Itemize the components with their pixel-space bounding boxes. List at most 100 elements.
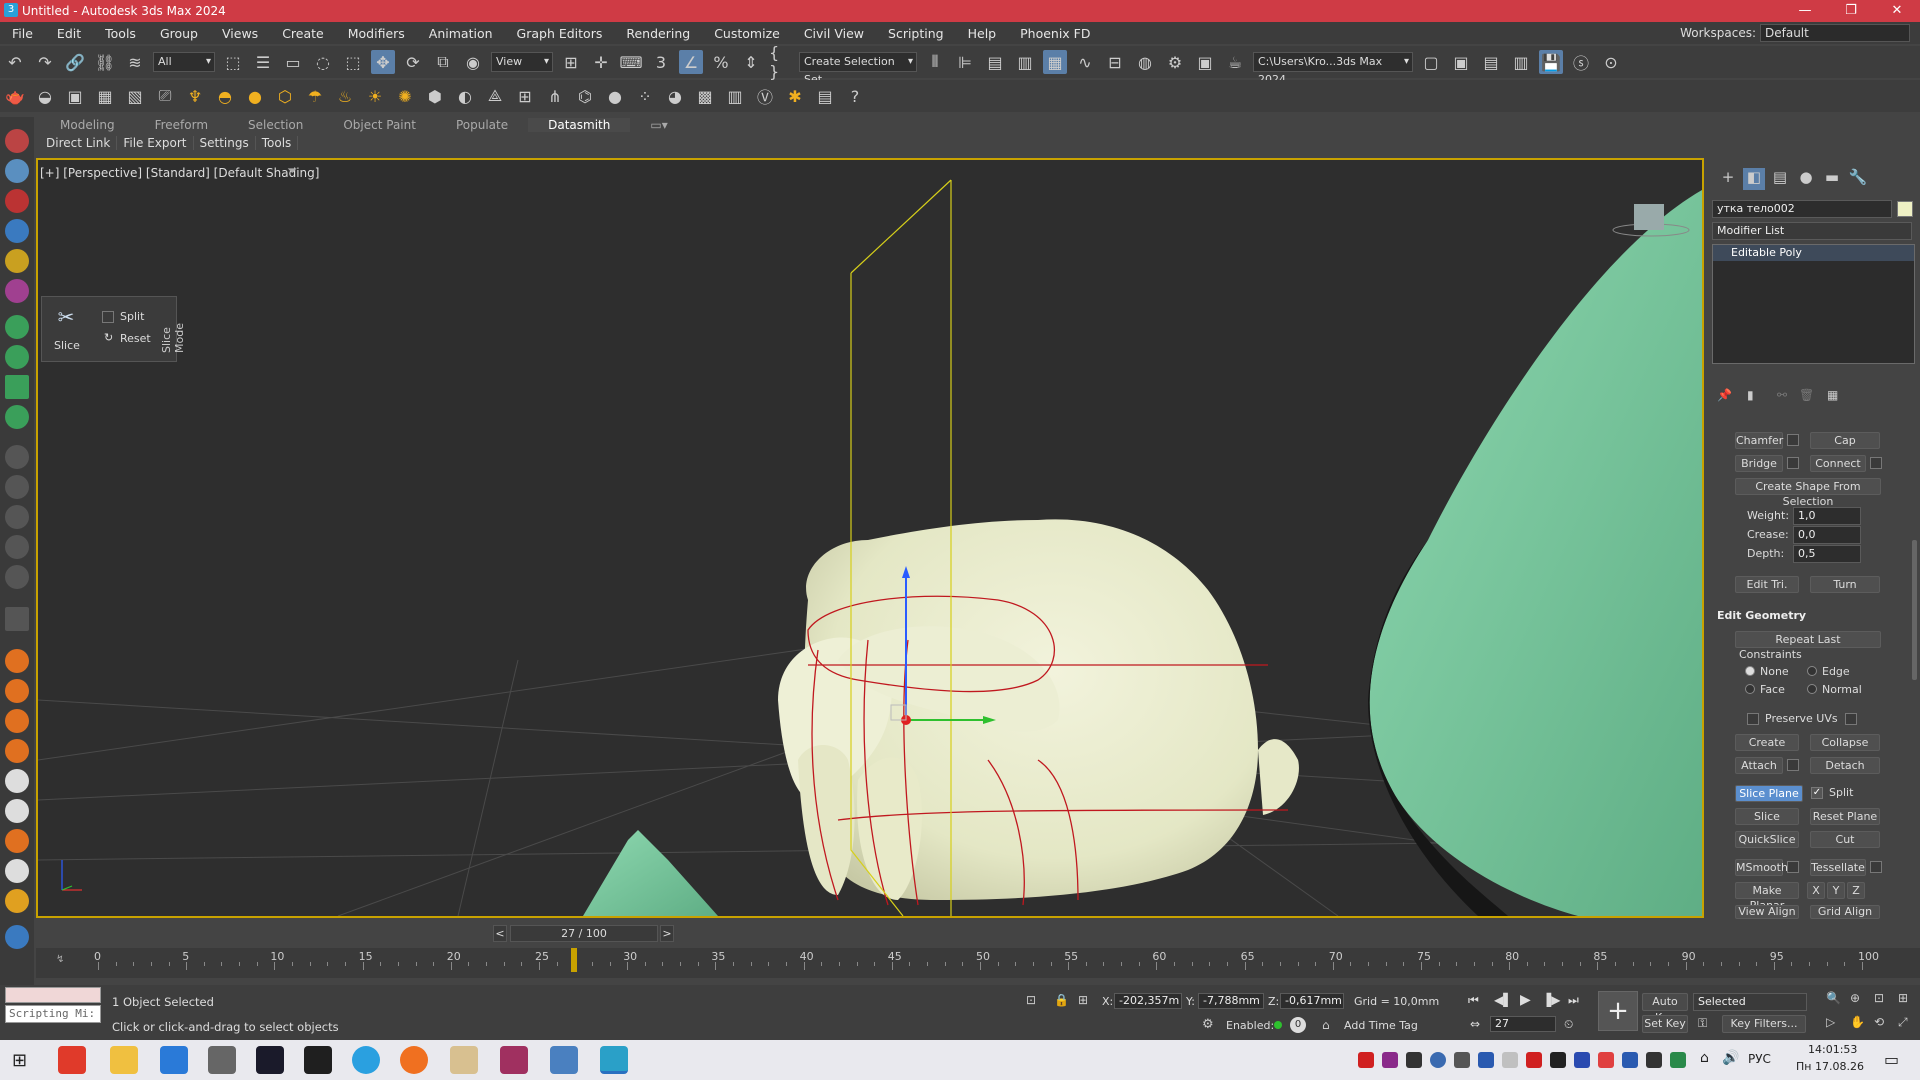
slice-plane-button[interactable]: Slice Plane <box>1735 785 1803 802</box>
archive-icon[interactable]: ▥ <box>1509 50 1533 74</box>
scripting-input[interactable]: Scripting Mi: <box>5 1005 101 1023</box>
hierarchy-tab-icon[interactable]: ▤ <box>1769 168 1791 190</box>
align-tool-icon[interactable] <box>5 345 29 369</box>
planar-z-button[interactable]: Z <box>1847 882 1865 899</box>
caddy-slice-button[interactable]: Slice <box>54 339 80 352</box>
key-filters-button[interactable]: Key Filters... <box>1722 1015 1806 1033</box>
ocean-icon[interactable] <box>5 829 29 853</box>
modifier-list-dropdown[interactable]: Modifier List <box>1712 222 1912 240</box>
isolate-icon[interactable]: ⊡ <box>1026 993 1036 1007</box>
configure-sets-icon[interactable]: ▦ <box>1827 388 1838 402</box>
tray-icon-9[interactable] <box>1550 1052 1566 1068</box>
field-of-view-icon[interactable]: ▷ <box>1826 1015 1835 1029</box>
pin-stack-icon[interactable]: 📌 <box>1717 388 1732 402</box>
edit-named-sel-icon[interactable]: { } <box>769 43 793 81</box>
vray-fur-icon[interactable] <box>5 219 29 243</box>
panel-scrollbar[interactable] <box>1912 540 1917 680</box>
modify-tab-icon[interactable]: ◧ <box>1743 168 1765 190</box>
menu-group[interactable]: Group <box>148 26 210 41</box>
play-icon[interactable] <box>5 445 29 469</box>
decal-icon[interactable]: ⌬ <box>573 84 597 108</box>
constraint-normal-radio[interactable] <box>1807 684 1817 694</box>
list-icon[interactable] <box>5 607 29 631</box>
plane-icon[interactable]: ⟁ <box>483 84 507 108</box>
menu-views[interactable]: Views <box>210 26 270 41</box>
cut-button[interactable]: Cut <box>1810 831 1880 848</box>
curve-editor-toggle-icon[interactable]: ↯ <box>56 954 64 965</box>
tray-icon-14[interactable] <box>1670 1052 1686 1068</box>
chamfer-settings-icon[interactable] <box>1787 434 1799 446</box>
scale-icon[interactable]: ⧉ <box>431 50 455 74</box>
sphere-light-icon[interactable]: ● <box>243 84 267 108</box>
step-icon[interactable] <box>5 535 29 559</box>
connect-settings-icon[interactable] <box>1870 457 1882 469</box>
fur-icon[interactable]: ◐ <box>453 84 477 108</box>
menu-rendering[interactable]: Rendering <box>614 26 702 41</box>
bridge-button[interactable]: Bridge <box>1735 455 1783 472</box>
snap-3-icon[interactable]: 3 <box>649 50 673 74</box>
taskbar-app-icon[interactable] <box>58 1046 86 1074</box>
vray-light-icon[interactable] <box>5 249 29 273</box>
quickslice-button[interactable]: QuickSlice <box>1735 831 1799 848</box>
manipulate-icon[interactable]: ✛ <box>589 50 613 74</box>
create-shape-button[interactable]: Create Shape From Selection <box>1735 478 1881 508</box>
create-button[interactable]: Create <box>1735 734 1799 751</box>
mesh-export-icon[interactable]: ⊞ <box>513 84 537 108</box>
absolute-mode-icon[interactable]: ⊞ <box>1078 993 1088 1007</box>
spinner-snap-icon[interactable]: ⇕ <box>739 50 763 74</box>
render-settings-icon[interactable]: ▤ <box>813 84 837 108</box>
slice-button[interactable]: Slice <box>1735 808 1799 825</box>
menu-animation[interactable]: Animation <box>417 26 505 41</box>
dome-light-icon[interactable]: ◓ <box>213 84 237 108</box>
select-by-name-icon[interactable]: ☰ <box>251 50 275 74</box>
viewport-filter-icon[interactable]: ⏷ <box>287 164 297 179</box>
menu-help[interactable]: Help <box>956 26 1009 41</box>
menu-file[interactable]: File <box>0 26 45 41</box>
time-config-icon[interactable]: ⏲ <box>1564 1017 1573 1032</box>
ribbon-tab-datasmith[interactable]: Datasmith <box>528 118 631 132</box>
utilities-tab-icon[interactable]: 🔧 <box>1847 168 1869 190</box>
save-file-icon[interactable]: ▤ <box>1479 50 1503 74</box>
subtab-settings[interactable]: Settings <box>194 136 256 150</box>
tray-icon-1[interactable] <box>1358 1052 1374 1068</box>
tray-icon-11[interactable] <box>1598 1052 1614 1068</box>
foam-icon[interactable] <box>5 859 29 883</box>
vray-sphere-icon[interactable] <box>5 189 29 213</box>
rotate-icon[interactable]: ⟳ <box>401 50 425 74</box>
keyboard-shortcut-icon[interactable]: ⌨ <box>619 50 643 74</box>
ambient-light-icon[interactable]: ♨ <box>333 84 357 108</box>
enabled-indicator[interactable] <box>1274 1021 1282 1029</box>
time-next-button[interactable]: > <box>660 925 674 942</box>
go-to-end-icon[interactable]: ⏭ <box>1568 993 1579 1008</box>
camera-icon[interactable]: ⎚ <box>153 84 177 108</box>
reset-icon[interactable]: ↻ <box>104 331 113 344</box>
window-crossing-icon[interactable]: ◌ <box>311 50 335 74</box>
taskbar-explorer-icon[interactable] <box>110 1046 138 1074</box>
light-spot-icon[interactable]: ♆ <box>183 84 207 108</box>
planar-y-button[interactable]: Y <box>1827 882 1845 899</box>
key-mode-dropdown[interactable]: Selected <box>1693 993 1807 1011</box>
particle-icon[interactable] <box>5 739 29 763</box>
caddy-split-checkbox[interactable] <box>102 311 114 323</box>
planar-x-button[interactable]: X <box>1807 882 1825 899</box>
object-color-swatch[interactable] <box>1897 201 1913 217</box>
vray-proxy-icon[interactable] <box>5 159 29 183</box>
slice-tool-icon[interactable]: ✂ <box>48 305 84 329</box>
wind-icon[interactable] <box>5 769 29 793</box>
select-region-icon[interactable]: ⬚ <box>341 50 365 74</box>
menu-civil-view[interactable]: Civil View <box>792 26 876 41</box>
multi-material-icon[interactable]: ⁘ <box>633 84 657 108</box>
time-prev-button[interactable]: < <box>493 925 507 942</box>
reset-plane-button[interactable]: Reset Plane <box>1810 808 1880 825</box>
attach-settings-icon[interactable] <box>1787 759 1799 771</box>
percent-snap-icon[interactable]: % <box>709 50 733 74</box>
tray-icon-10[interactable] <box>1574 1052 1590 1068</box>
menu-modifiers[interactable]: Modifiers <box>336 26 417 41</box>
material-editor-icon[interactable]: ◍ <box>1133 50 1157 74</box>
frame-buffer-icon[interactable]: ▩ <box>693 84 717 108</box>
subtab-file-export[interactable]: File Export <box>117 136 194 150</box>
perspective-viewport[interactable] <box>36 158 1704 918</box>
taskbar-app4-icon[interactable] <box>256 1046 284 1074</box>
taskbar-app2-icon[interactable] <box>160 1046 188 1074</box>
workspaces-dropdown[interactable]: Default <box>1760 24 1910 42</box>
